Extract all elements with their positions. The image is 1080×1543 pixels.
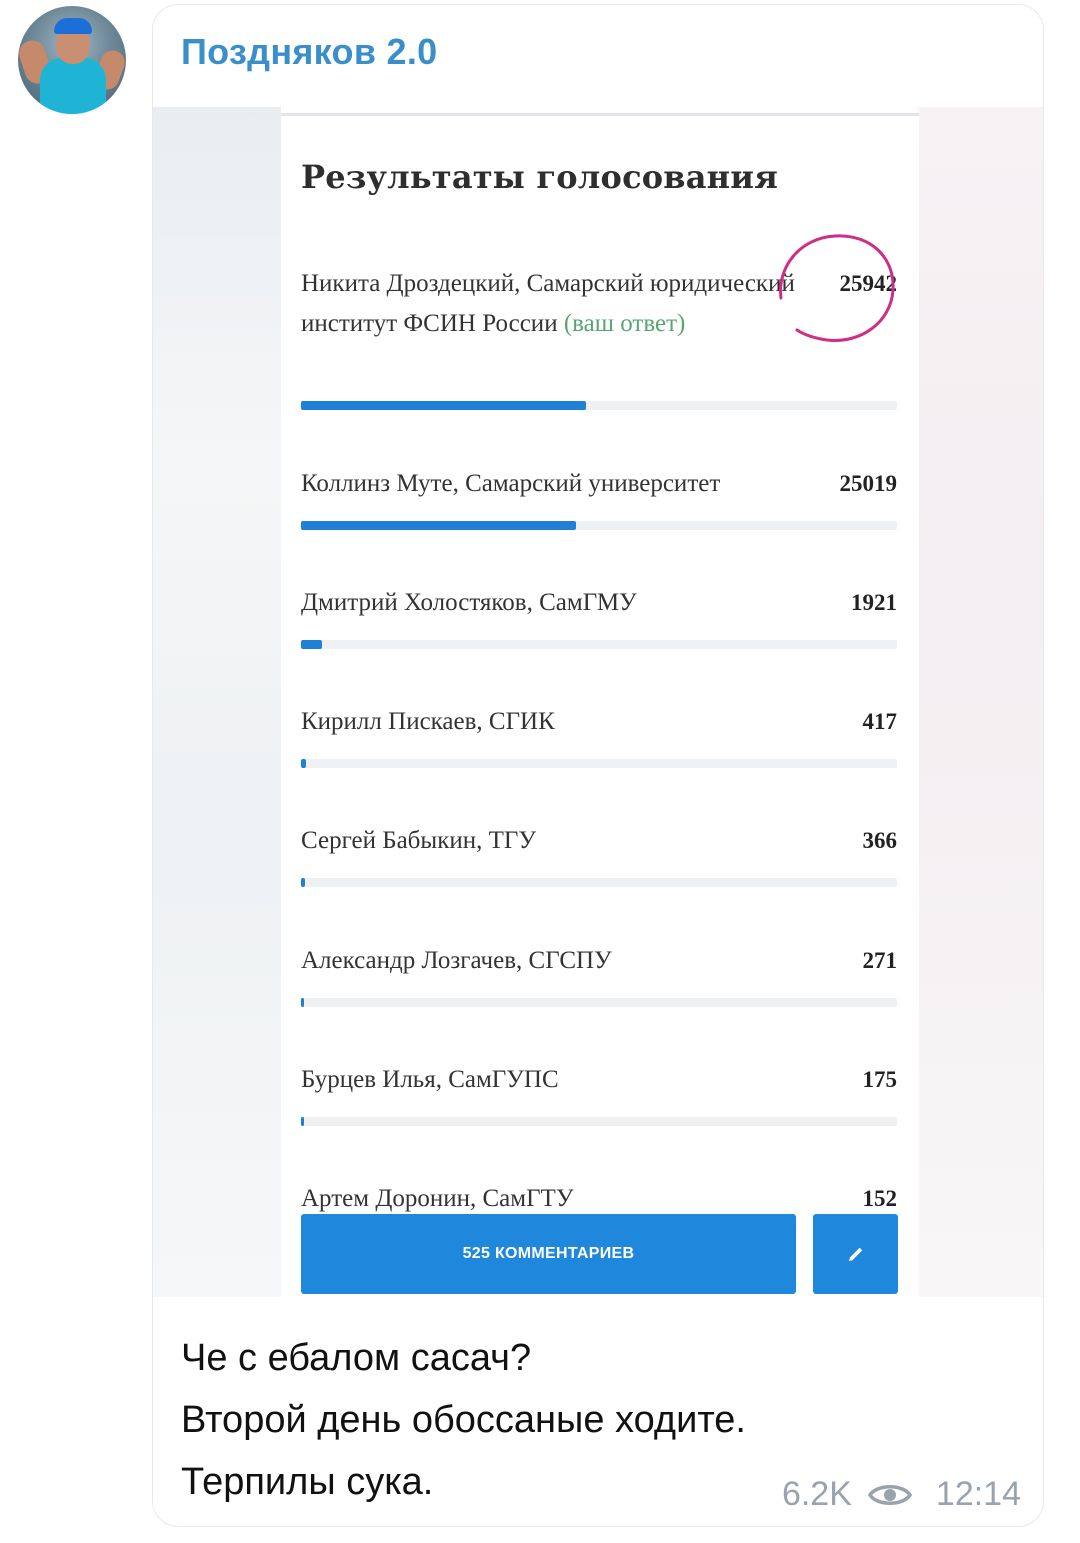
eye-icon bbox=[867, 1484, 912, 1505]
poll-option-text: Дмитрий Холостяков, СамГМУ bbox=[301, 589, 637, 616]
poll-row: Сергей Бабыкин, ТГУ 366 bbox=[301, 821, 897, 861]
message-text: Че с ебалом сасач? Второй день обоссаные… bbox=[181, 1327, 881, 1513]
poll-option-text: Артем Доронин, СамГТУ bbox=[301, 1185, 574, 1212]
photo-background-left bbox=[153, 107, 281, 1297]
poll-bar-fill bbox=[301, 401, 586, 410]
channel-name[interactable]: Поздняков 2.0 bbox=[181, 31, 438, 73]
message-time: 12:14 bbox=[935, 1475, 1021, 1513]
poll-row: Александр Лозгачев, СГСПУ 271 bbox=[301, 941, 897, 981]
poll-option-count: 271 bbox=[862, 948, 898, 973]
photo-background-right bbox=[919, 107, 1043, 1297]
poll-bar-fill bbox=[301, 1117, 304, 1126]
poll-bar-track bbox=[301, 878, 897, 887]
poll-option-count: 366 bbox=[862, 828, 898, 853]
poll-option-text: Коллинз Муте, Самарский университет bbox=[301, 470, 721, 497]
avatar-torso bbox=[40, 58, 106, 114]
poll-option-text: Сергей Бабыкин, ТГУ bbox=[301, 827, 537, 854]
poll-option-text: Александр Лозгачев, СГСПУ bbox=[301, 947, 612, 974]
pencil-icon bbox=[848, 1247, 862, 1261]
poll-bar-track bbox=[301, 640, 897, 649]
poll-row: Артем Доронин, СамГТУ 152 bbox=[301, 1179, 897, 1219]
poll-row: Кирилл Пискаев, СГИК 417 bbox=[301, 702, 897, 742]
your-answer-label: (ваш ответ) bbox=[563, 310, 686, 337]
comments-button[interactable]: 525 КОММЕНТАРИЕВ bbox=[301, 1214, 796, 1294]
poll-bar-track bbox=[301, 521, 897, 530]
avatar-cap bbox=[54, 18, 92, 34]
channel-avatar[interactable] bbox=[18, 6, 126, 114]
message-bubble[interactable]: Поздняков 2.0 Результаты голосования Ник… bbox=[152, 4, 1044, 1527]
message-meta: 6.2K 12:14 bbox=[782, 1475, 1021, 1514]
poll-row: Бурцев Илья, СамГУПС 175 bbox=[301, 1060, 897, 1100]
poll-option-text: Кирилл Пискаев, СГИК bbox=[301, 708, 555, 735]
message-line: Че с ебалом сасач? bbox=[181, 1337, 532, 1379]
poll-option-text: Никита Дроздецкий, Самарский юридический… bbox=[301, 270, 795, 337]
poll-results-card: Результаты голосования Никита Дроздецкий… bbox=[281, 113, 919, 1297]
poll-bar-fill bbox=[301, 640, 322, 649]
poll-option-count: 417 bbox=[862, 709, 898, 734]
message-line: Второй день обоссаные ходите. bbox=[181, 1399, 746, 1441]
poll-bar-track bbox=[301, 998, 897, 1007]
poll-row: Коллинз Муте, Самарский университет 2501… bbox=[301, 464, 897, 504]
views-count: 6.2K bbox=[781, 1475, 852, 1513]
poll-option-count: 1921 bbox=[851, 590, 897, 615]
poll-bar-track bbox=[301, 1117, 897, 1126]
poll-bar-fill bbox=[301, 998, 304, 1007]
poll-row: Дмитрий Холостяков, СамГМУ 1921 bbox=[301, 583, 897, 623]
poll-option-text: Бурцев Илья, СамГУПС bbox=[301, 1066, 559, 1093]
poll-title: Результаты голосования bbox=[301, 158, 779, 196]
poll-option-count: 25019 bbox=[839, 471, 898, 496]
poll-option-name: Никита Дроздецкий, Самарский юридический… bbox=[301, 264, 801, 344]
message-photo[interactable]: Результаты голосования Никита Дроздецкий… bbox=[153, 107, 1043, 1297]
poll-option-count: 152 bbox=[862, 1186, 898, 1211]
edit-button[interactable] bbox=[813, 1214, 898, 1294]
poll-bar-track bbox=[301, 401, 897, 410]
poll-bar-fill bbox=[301, 878, 305, 887]
poll-option-count: 175 bbox=[862, 1067, 898, 1092]
poll-bar-fill bbox=[301, 759, 306, 768]
message-line: Терпилы сука. bbox=[181, 1461, 434, 1503]
poll-bar-fill bbox=[301, 521, 576, 530]
poll-bar-track bbox=[301, 759, 897, 768]
highlight-circle-mark bbox=[779, 234, 895, 342]
